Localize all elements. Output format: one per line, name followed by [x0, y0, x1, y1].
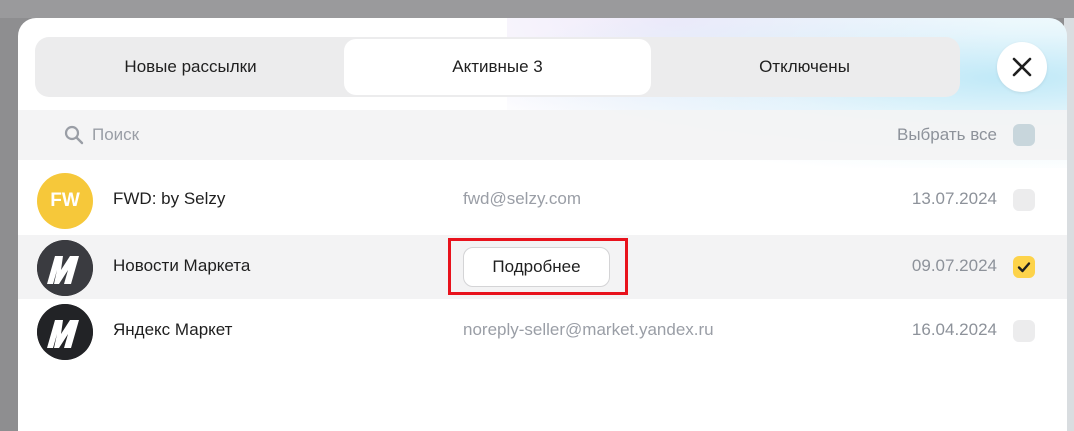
row-checkbox[interactable]: [1013, 320, 1035, 342]
avatar: [37, 304, 93, 360]
subscription-row[interactable]: FW FWD: by Selzy fwd@selzy.com 13.07.202…: [18, 168, 1067, 232]
row-checkbox[interactable]: [1013, 189, 1035, 211]
avatar: [37, 240, 93, 296]
subscription-name: Новости Маркета: [113, 256, 251, 275]
avatar: FW: [37, 173, 93, 229]
search-input[interactable]: [92, 122, 392, 148]
subscription-date: 16.04.2024: [911, 320, 997, 339]
close-icon: [1012, 57, 1032, 77]
subscriptions-modal: Новые рассылки Активные 3 Отключены Выбр…: [18, 18, 1067, 431]
subscription-row[interactable]: Новости Маркета Подробнее 09.07.2024: [18, 235, 1067, 299]
subscription-date: 13.07.2024: [911, 189, 997, 208]
background-header: [0, 0, 1074, 18]
row-checkbox[interactable]: [1013, 256, 1035, 278]
subscription-date: 09.07.2024: [911, 256, 997, 275]
close-button[interactable]: [997, 42, 1047, 92]
subscription-email: fwd@selzy.com: [463, 189, 582, 208]
search-icon: [64, 125, 84, 145]
subscription-row[interactable]: Яндекс Маркет noreply-seller@market.yand…: [18, 299, 1067, 363]
checkmark-icon: [1017, 262, 1031, 273]
tab-disabled[interactable]: Отключены: [651, 39, 958, 95]
select-all-label: Выбрать все: [897, 125, 997, 144]
subscription-email: noreply-seller@market.yandex.ru: [463, 320, 714, 339]
tab-new-mailings[interactable]: Новые рассылки: [37, 39, 344, 95]
tabs-bar: Новые рассылки Активные 3 Отключены: [35, 37, 960, 97]
search-bar: Выбрать все: [18, 110, 1067, 160]
tab-active[interactable]: Активные 3: [344, 39, 651, 95]
market-logo-icon: [37, 240, 93, 296]
subscription-name: FWD: by Selzy: [113, 189, 226, 208]
select-all-checkbox[interactable]: [1013, 124, 1035, 146]
market-logo-icon: [37, 304, 93, 360]
details-button[interactable]: Подробнее: [463, 247, 610, 287]
subscription-name: Яндекс Маркет: [113, 320, 233, 339]
